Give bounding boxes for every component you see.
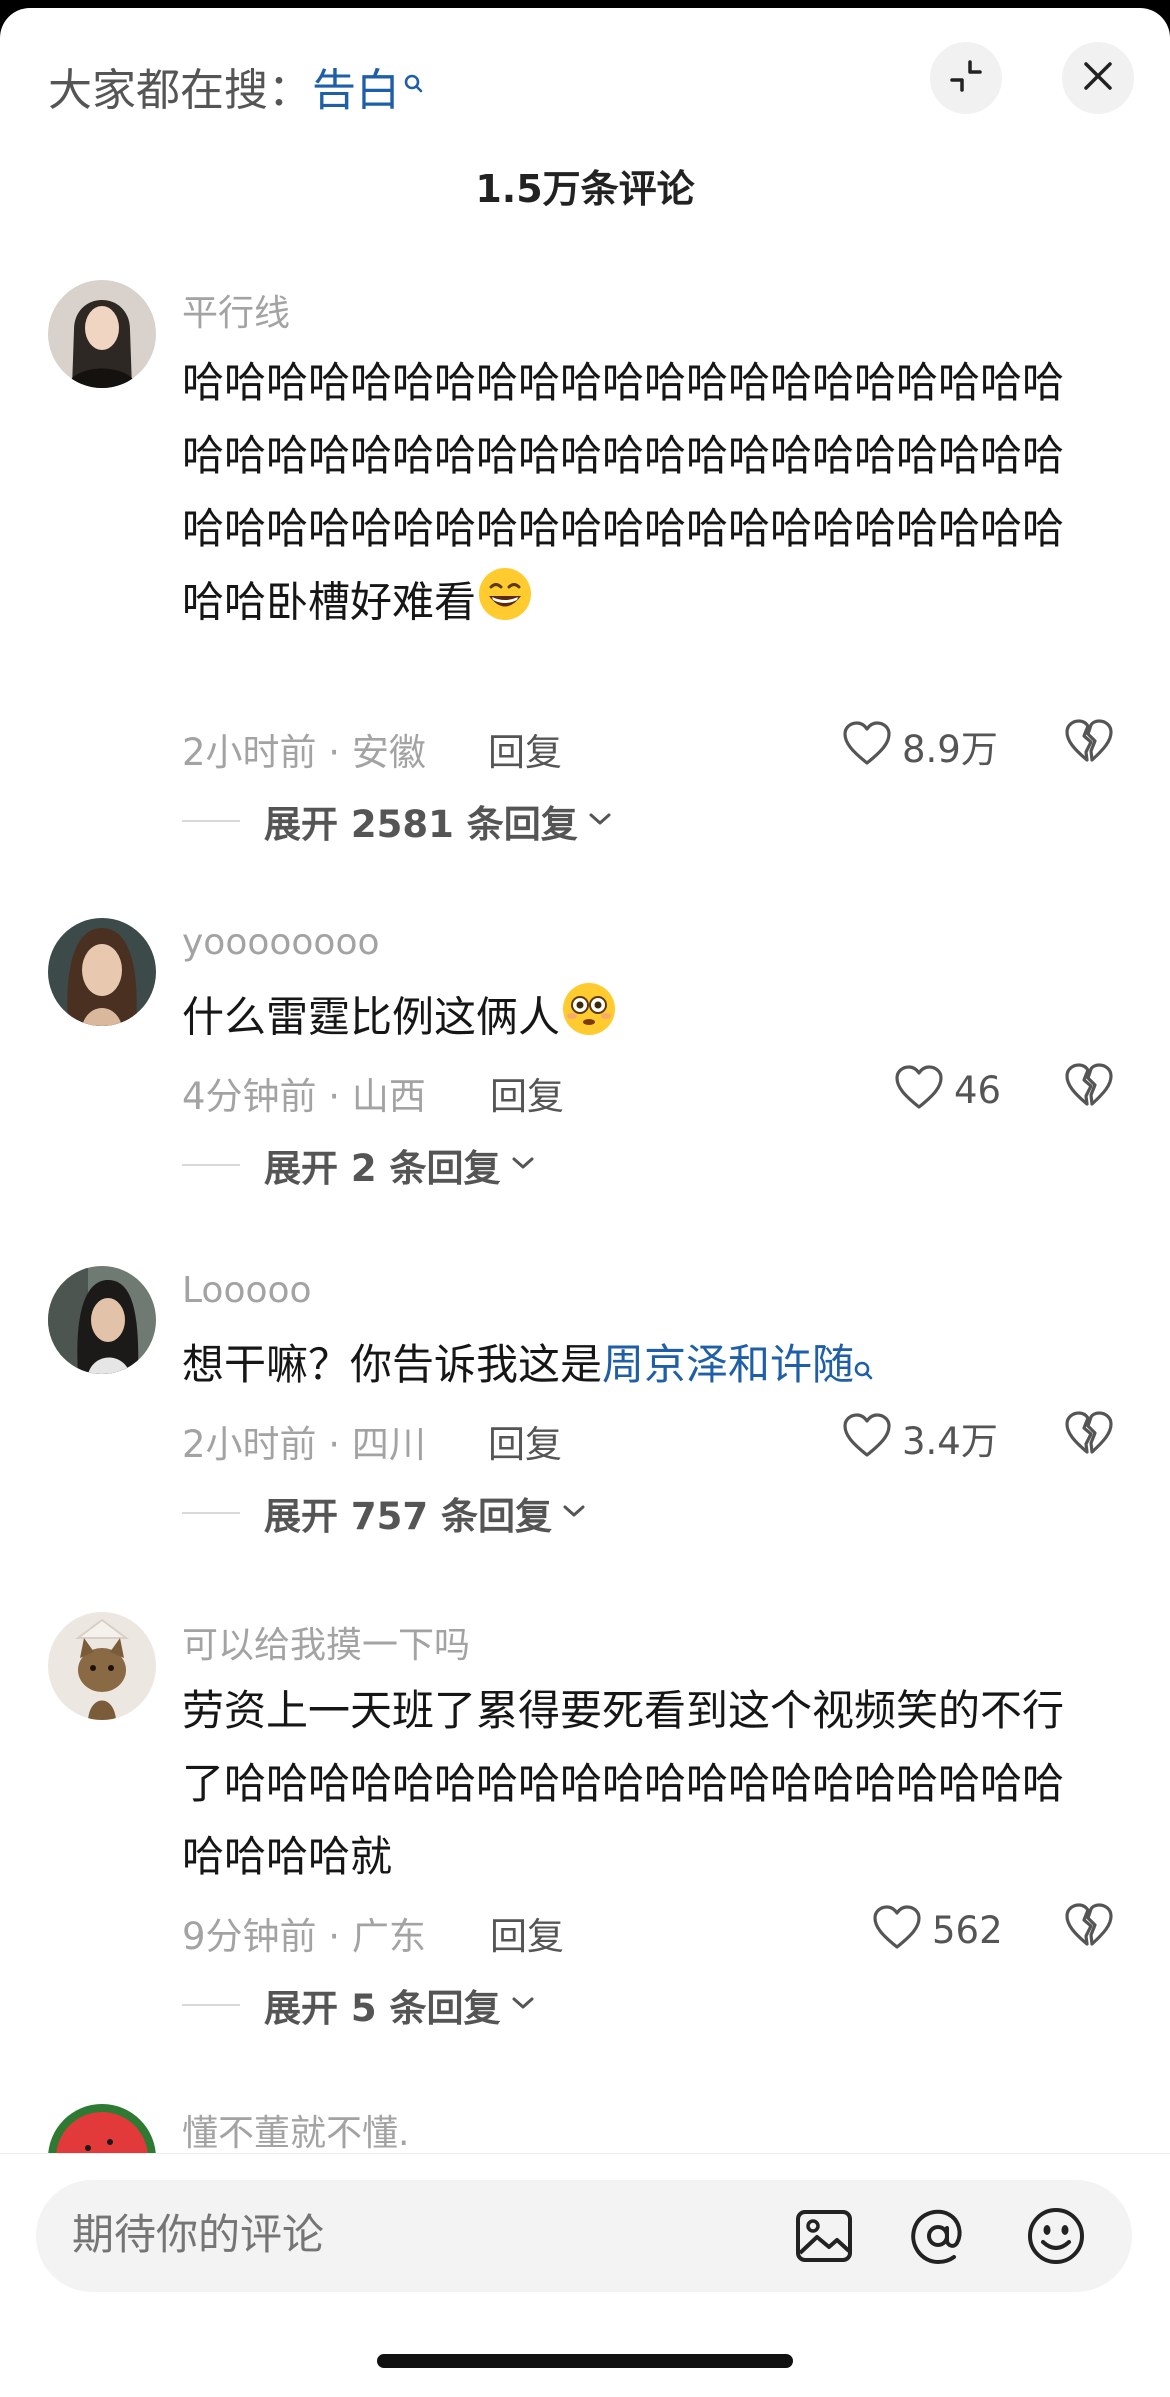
- heart-icon: [894, 1065, 944, 1115]
- divider: [182, 1512, 240, 1514]
- like-button[interactable]: 3.4万: [842, 1410, 998, 1466]
- expand-replies[interactable]: 展开 757 条回复: [182, 1488, 586, 1538]
- home-indicator[interactable]: [377, 2354, 793, 2368]
- like-count: 46: [954, 1068, 1002, 1112]
- like-count: 8.9万: [902, 728, 998, 771]
- grin-emoji-icon: [476, 565, 534, 645]
- time-location: 2小时前 · 四川: [182, 1423, 426, 1466]
- comment-text: 哈哈哈哈哈哈哈哈哈哈哈哈哈哈哈哈哈哈哈哈哈哈哈哈哈哈哈哈哈哈哈哈哈哈哈哈哈哈哈哈…: [182, 346, 1102, 645]
- divider: [182, 2004, 240, 2006]
- broken-heart-icon: [1064, 1903, 1114, 1954]
- emoji-button[interactable]: [1026, 2208, 1086, 2268]
- chevron-down-icon: [511, 1995, 535, 2015]
- expand-replies-label: 展开 2581 条回复: [264, 803, 578, 846]
- avatar[interactable]: [48, 1266, 156, 1374]
- expand-replies-label: 展开 2 条回复: [264, 1147, 501, 1190]
- collapse-icon: [946, 56, 986, 100]
- username[interactable]: yoooooooo: [182, 922, 380, 963]
- expand-replies[interactable]: 展开 2 条回复: [182, 1140, 535, 1190]
- like-button[interactable]: 8.9万: [842, 718, 998, 774]
- comment-meta: 4分钟前 · 山西 回复 46: [182, 1063, 1122, 1118]
- comment-text: 劳资上一天班了累得要死看到这个视频笑的不行了哈哈哈哈哈哈哈哈哈哈哈哈哈哈哈哈哈哈…: [182, 1686, 1065, 1881]
- like-count: 3.4万: [902, 1420, 998, 1463]
- avatar[interactable]: [48, 918, 156, 1026]
- like-button[interactable]: 562: [872, 1902, 1003, 1958]
- like-count: 562: [932, 1908, 1003, 1952]
- emoji-icon: [1026, 2206, 1086, 2270]
- mention-button[interactable]: [908, 2208, 968, 2268]
- comment-header: 大家都在搜：告白 1.5万条评论: [0, 8, 1170, 211]
- comment-meta: 2小时前 · 安徽 回复 8.9万: [182, 719, 1122, 774]
- expand-replies-label: 展开 757 条回复: [264, 1495, 552, 1538]
- close-button[interactable]: [1062, 42, 1134, 114]
- search-icon: [404, 56, 424, 107]
- comment-sheet: 大家都在搜：告白 1.5万条评论 平行线 哈哈哈哈哈哈哈哈哈哈哈哈哈哈哈哈哈哈哈…: [0, 8, 1170, 2397]
- image-icon: [795, 2209, 853, 2267]
- dislike-button[interactable]: [1064, 1062, 1114, 1114]
- like-button[interactable]: 46: [894, 1062, 1001, 1118]
- time-location: 2小时前 · 安徽: [182, 731, 426, 774]
- username[interactable]: Looooo: [182, 1270, 312, 1311]
- expand-replies[interactable]: 展开 2581 条回复: [182, 796, 612, 846]
- dislike-button[interactable]: [1064, 1902, 1114, 1954]
- broken-heart-icon: [1064, 1063, 1114, 1114]
- comment-meta: 9分钟前 · 广东 回复 562: [182, 1903, 1122, 1958]
- chevron-down-icon: [562, 1503, 586, 1523]
- broken-heart-icon: [1064, 719, 1114, 770]
- comment-input-box[interactable]: [36, 2180, 1132, 2292]
- username[interactable]: 懂不董就不懂.: [182, 2104, 409, 2156]
- heart-icon: [842, 1413, 892, 1463]
- image-button[interactable]: [794, 2208, 854, 2268]
- at-icon: [908, 2206, 968, 2270]
- reply-button[interactable]: 回复: [488, 722, 562, 776]
- username[interactable]: 可以给我摸一下吗: [182, 1616, 470, 1668]
- broken-heart-icon: [1064, 1411, 1114, 1462]
- dislike-button[interactable]: [1064, 1410, 1114, 1462]
- chevron-down-icon: [588, 811, 612, 831]
- collapse-button[interactable]: [930, 42, 1002, 114]
- username[interactable]: 平行线: [182, 284, 290, 336]
- heart-icon: [872, 1905, 922, 1955]
- comment-text: 什么雷霆比例这俩人: [182, 980, 1102, 1060]
- divider: [182, 1164, 240, 1166]
- comment-count-title: 1.5万条评论: [475, 167, 695, 211]
- divider: [182, 820, 240, 822]
- heart-icon: [842, 721, 892, 771]
- reply-button[interactable]: 回复: [490, 1066, 564, 1120]
- flushed-emoji-icon: [560, 980, 618, 1060]
- topic-link[interactable]: 周京泽和许随: [602, 1340, 854, 1389]
- avatar[interactable]: [48, 280, 156, 388]
- search-suggestion[interactable]: 大家都在搜：告白: [48, 54, 424, 118]
- comment-text: 想干嘛？你告诉我这是周京泽和许随: [182, 1328, 1102, 1405]
- search-suggestion-prefix: 大家都在搜：: [48, 65, 312, 116]
- chevron-down-icon: [511, 1155, 535, 1175]
- search-icon: [854, 1332, 874, 1405]
- expand-replies[interactable]: 展开 5 条回复: [182, 1980, 535, 2030]
- time-location: 4分钟前 · 山西: [182, 1075, 426, 1118]
- search-suggestion-keyword[interactable]: 告白: [312, 65, 400, 116]
- reply-button[interactable]: 回复: [490, 1906, 564, 1960]
- comment-meta: 2小时前 · 四川 回复 3.4万: [182, 1411, 1122, 1466]
- dislike-button[interactable]: [1064, 718, 1114, 770]
- expand-replies-label: 展开 5 条回复: [264, 1987, 501, 2030]
- comment-input[interactable]: [72, 2210, 772, 2259]
- time-location: 9分钟前 · 广东: [182, 1915, 426, 1958]
- avatar[interactable]: [48, 1612, 156, 1720]
- reply-button[interactable]: 回复: [488, 1414, 562, 1468]
- close-icon: [1080, 58, 1116, 98]
